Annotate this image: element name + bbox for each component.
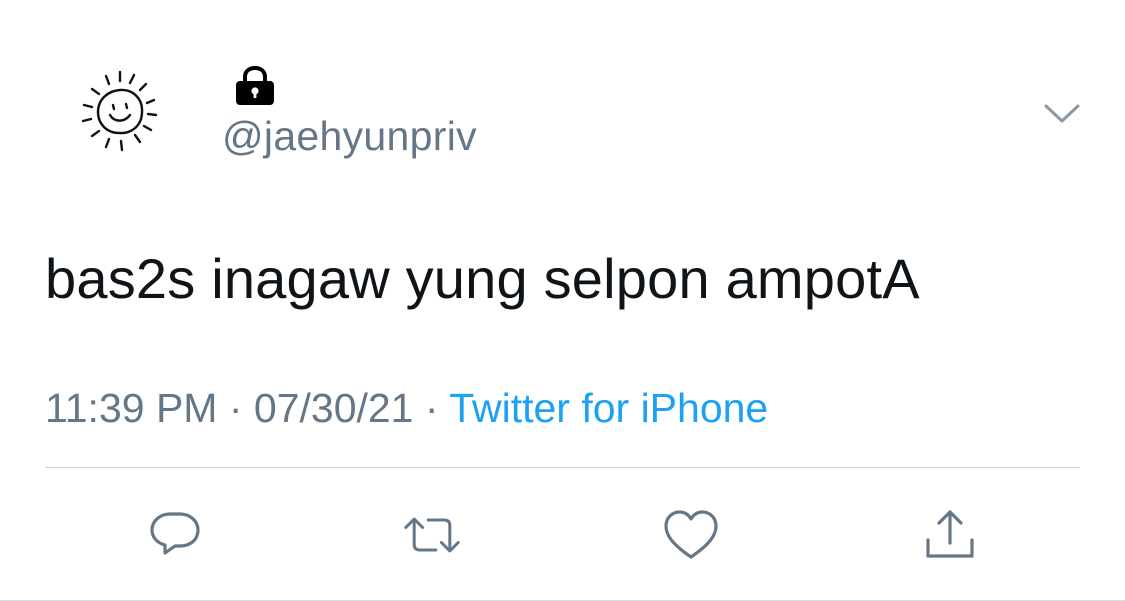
chevron-down-icon[interactable]	[1040, 96, 1084, 130]
lock-icon	[233, 65, 277, 106]
like-button[interactable]	[661, 505, 721, 565]
tweet-text: bas2s inagaw yung selpon ampotA	[45, 247, 920, 310]
tweet-detail: @jaehyunpriv bas2s inagaw yung selpon am…	[0, 0, 1125, 601]
reply-button[interactable]	[145, 505, 205, 565]
user-handle[interactable]: @jaehyunpriv	[222, 113, 477, 160]
tweet-source-link[interactable]: Twitter for iPhone	[449, 385, 768, 431]
share-button[interactable]	[920, 505, 980, 565]
retweet-icon	[404, 517, 460, 553]
share-icon	[926, 510, 974, 558]
tweet-meta: 11:39 PM · 07/30/21 · Twitter for iPhone	[45, 385, 768, 432]
divider	[45, 467, 1080, 468]
reply-icon	[150, 512, 200, 555]
retweet-button[interactable]	[402, 505, 462, 565]
sun-doodle-icon	[81, 70, 158, 152]
tweet-time: 11:39 PM	[45, 385, 218, 431]
heart-icon	[664, 510, 718, 559]
tweet-date: 07/30/21	[253, 385, 414, 431]
meta-separator: ·	[413, 385, 450, 431]
avatar[interactable]	[70, 62, 170, 162]
meta-separator: ·	[217, 385, 254, 431]
